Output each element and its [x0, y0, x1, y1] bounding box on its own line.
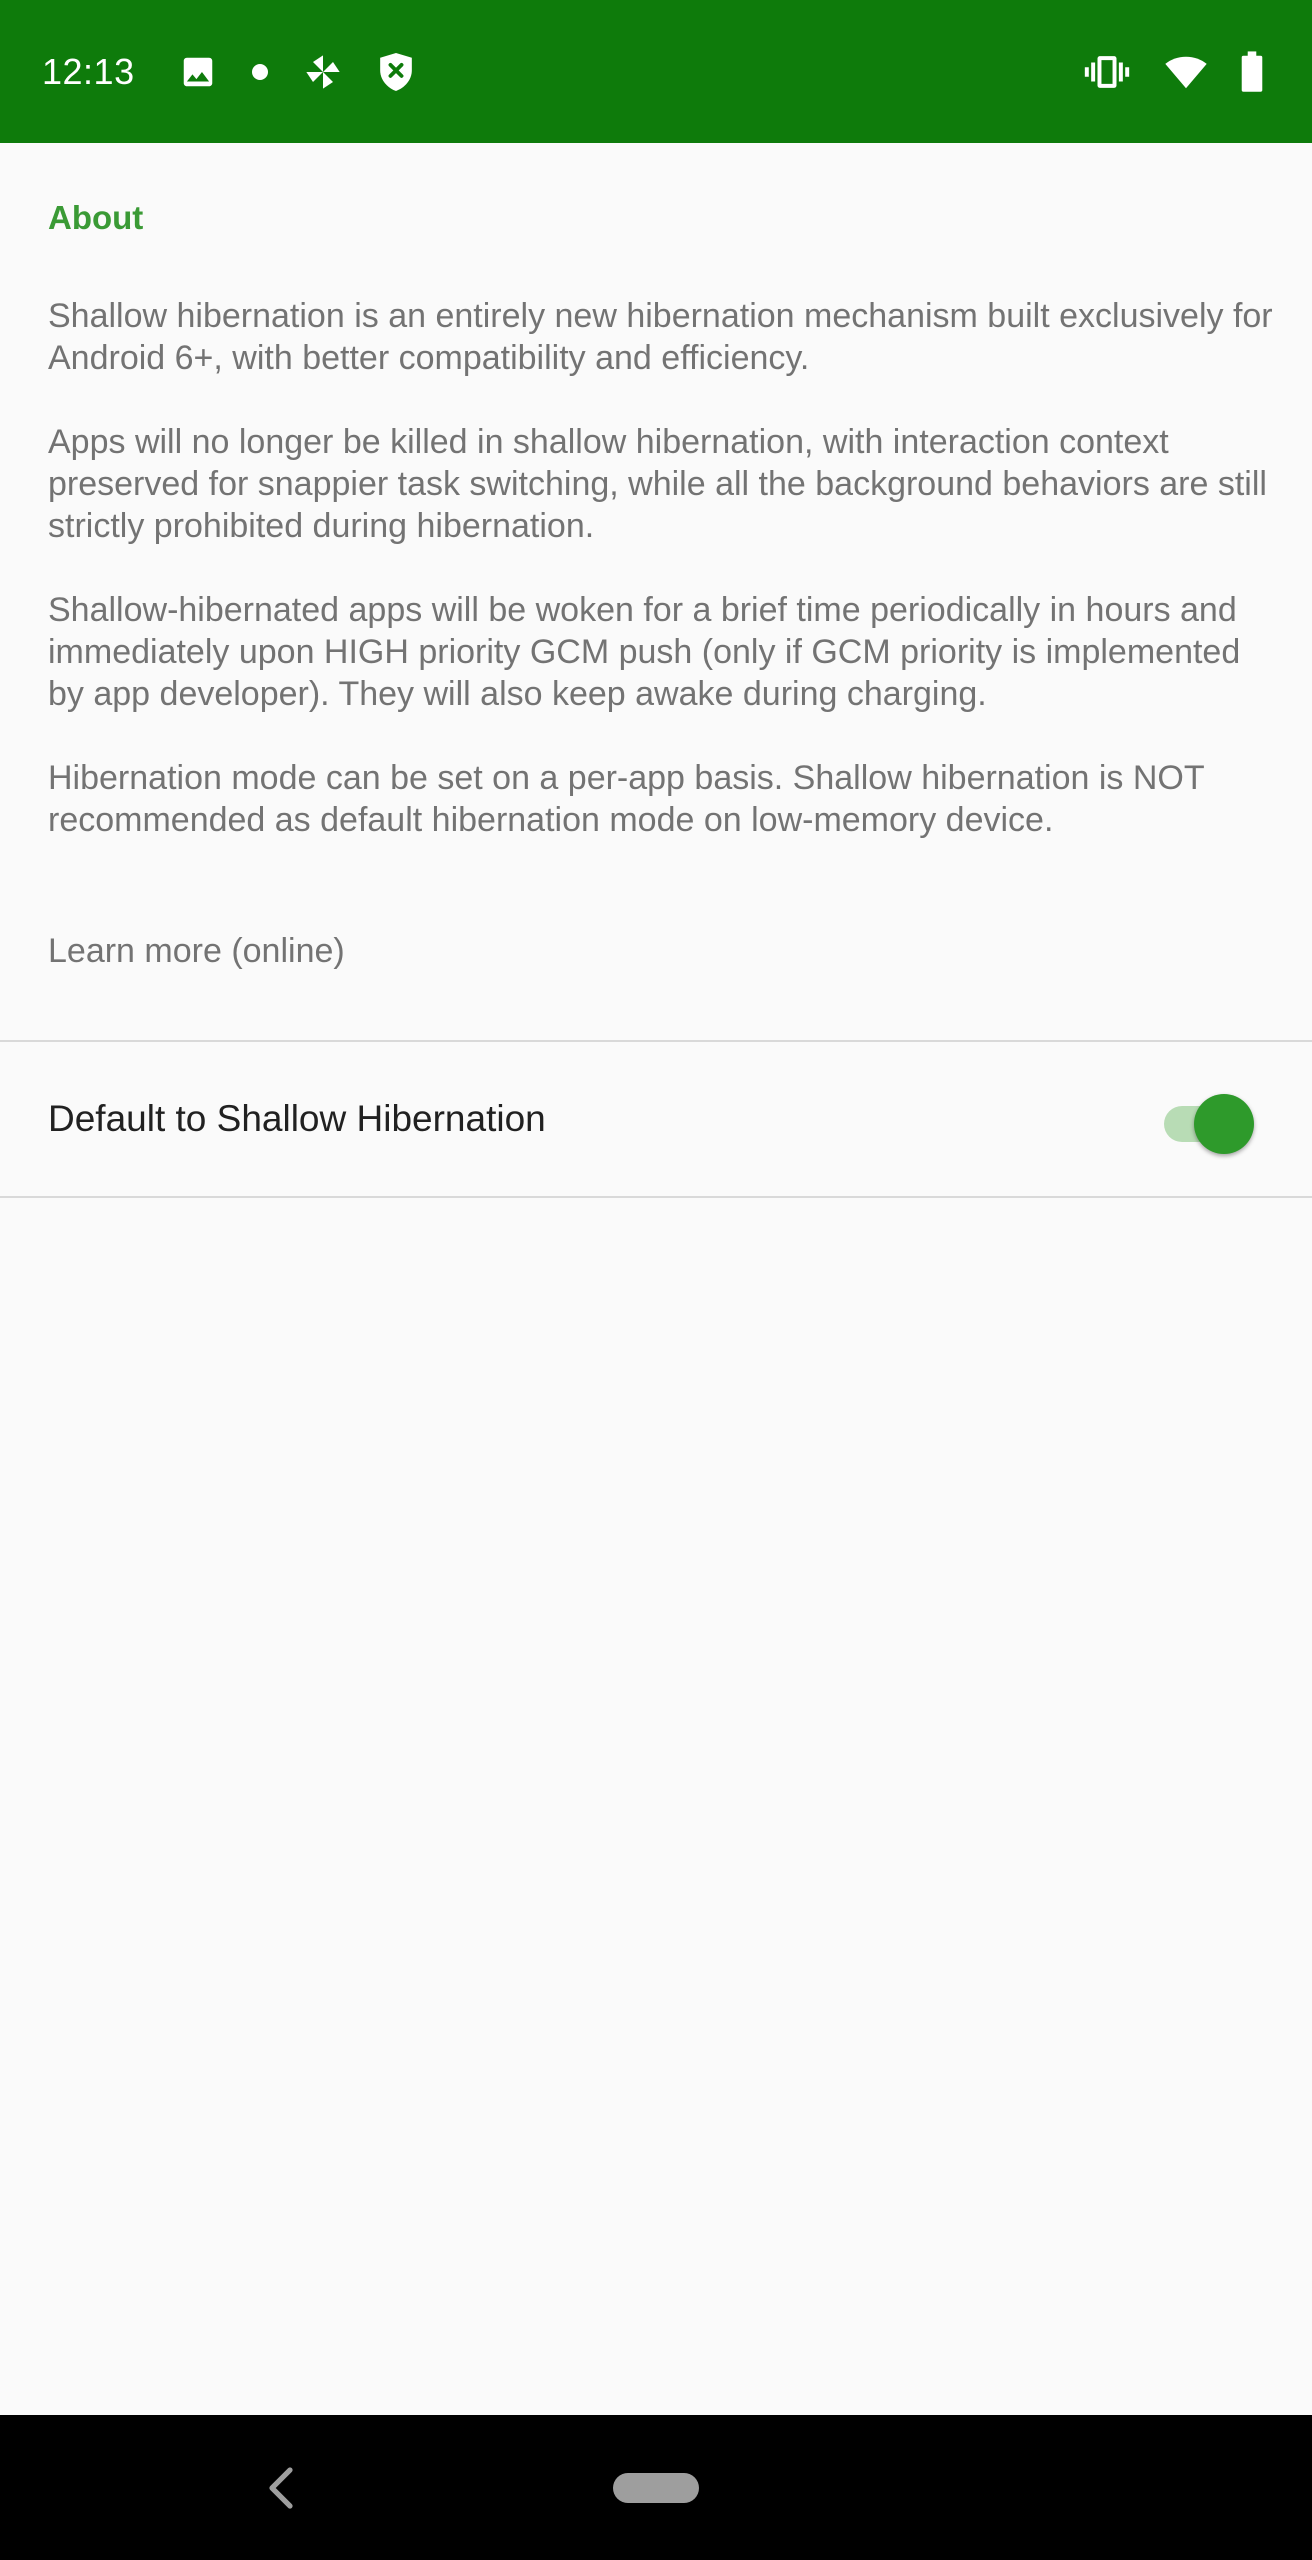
- learn-more-link[interactable]: Learn more (online): [0, 903, 1312, 999]
- divider: [0, 1040, 1312, 1042]
- battery-icon: [1240, 50, 1264, 93]
- about-paragraph: Shallow-hibernated apps will be woken fo…: [48, 591, 1241, 713]
- dot-icon: [251, 63, 269, 81]
- image-icon: [179, 53, 217, 91]
- status-time: 12:13: [42, 50, 135, 92]
- pinwheel-icon: [303, 52, 343, 92]
- system-icons: [1082, 50, 1264, 93]
- about-description: Shallow hibernation is an entirely new h…: [48, 295, 1278, 883]
- about-category-title: About: [48, 199, 144, 236]
- shield-x-icon: [377, 51, 415, 93]
- preference-title: Default to Shallow Hibernation: [48, 1098, 546, 1139]
- about-paragraph: Hibernation mode can be set on a per-app…: [48, 759, 1205, 839]
- home-pill-icon[interactable]: [613, 2473, 699, 2503]
- notification-icons: [179, 51, 415, 93]
- status-bar: 12:13: [0, 0, 1312, 143]
- about-paragraph: Shallow hibernation is an entirely new h…: [48, 297, 1273, 377]
- navigation-bar: [0, 2415, 1312, 2560]
- default-shallow-hibernation-preference[interactable]: Default to Shallow Hibernation: [0, 1043, 1312, 1195]
- switch-thumb: [1194, 1094, 1254, 1154]
- back-icon[interactable]: [262, 2463, 302, 2518]
- divider: [0, 1196, 1312, 1198]
- shallow-hibernation-switch[interactable]: [1158, 1089, 1254, 1154]
- screen: 12:13 About Shallow hibernation is an en…: [0, 0, 1312, 2560]
- about-paragraph: Apps will no longer be killed in shallow…: [48, 423, 1267, 545]
- wifi-icon: [1164, 54, 1208, 90]
- vibrate-icon: [1082, 53, 1132, 91]
